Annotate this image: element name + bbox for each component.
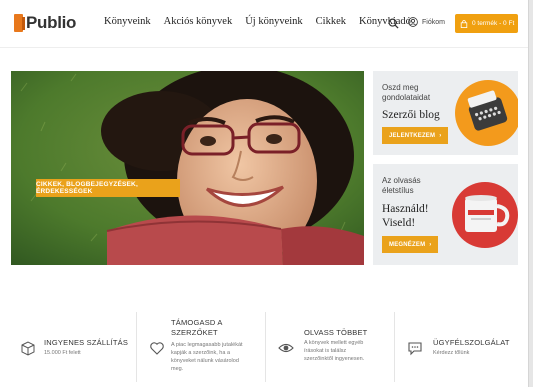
eye-icon [278, 343, 294, 353]
feature-desc-line: A piac legmagasabb jutalékát [171, 342, 243, 348]
feature-read-more: OLVASS TÖBBET A könyvek mellett egyéb ír… [266, 312, 395, 382]
feature-desc-line: kapják a szerzőink, ha a [171, 350, 231, 356]
nav-item-konyvkiado[interactable]: Könyvkiadó [359, 16, 411, 27]
site-header: Publio Könyveink Akciós könyvek Új könyv… [0, 0, 528, 48]
feature-desc-line: írásokat is találsz [304, 348, 347, 354]
megnezem-label: MEGNÉZEM [389, 241, 426, 248]
promo-merch-subtitle-line: Az olvasás [382, 176, 421, 185]
chat-icon [408, 342, 422, 356]
shopping-bag-icon [460, 19, 468, 28]
feature-support-authors: TÁMOGASD A SZERZŐKET A piac legmagasabb … [137, 312, 266, 382]
feature-title-line: SZERZŐKET [171, 328, 218, 337]
nav-item-uj-konyveink[interactable]: Új könyveink [245, 16, 302, 27]
chevron-right-icon: › [439, 132, 442, 139]
account-label: Fiókom [422, 18, 445, 26]
feature-desc-line: szerzőinktől ingyenesen. [304, 356, 365, 362]
account-link[interactable]: Fiókom [408, 17, 445, 27]
feature-title: ÜGYFÉLSZOLGÁLAT [433, 338, 510, 347]
feature-title: OLVASS TÖBBET [304, 328, 368, 337]
feature-desc: Kérdezz tőlünk [433, 350, 470, 356]
promo-merch-title-line: Használd! [382, 203, 429, 215]
publio-logo[interactable]: Publio [14, 13, 76, 33]
book-logo-icon [14, 14, 25, 32]
feature-desc: A könyvek mellett egyéb írásokat is talá… [304, 339, 364, 363]
user-icon [408, 17, 418, 27]
jelentkezem-button[interactable]: JELENTKEZEM › [382, 127, 449, 144]
feature-customer-service[interactable]: ÜGYFÉLSZOLGÁLAT Kérdezz tőlünk [395, 312, 523, 382]
cart-label: 0 termék - 0 Ft [472, 20, 515, 27]
box-icon [21, 341, 35, 356]
promo-author-blog[interactable]: Oszd meg gondolataidat Szerzői blog JELE… [373, 71, 518, 155]
feature-desc-line: A könyvek mellett egyéb [304, 340, 364, 346]
typewriter-image [455, 80, 518, 146]
promo-merch[interactable]: Az olvasás életstílus Használd! Viseld! … [373, 164, 518, 265]
main-nav: Könyveink Akciós könyvek Új könyveink Ci… [104, 16, 411, 27]
mug-image [452, 182, 518, 248]
feature-desc: A piac legmagasabb jutalékát kapják a sz… [171, 341, 243, 373]
promo-merch-subtitle-line: életstílus [382, 186, 414, 195]
feature-desc-line: meg. [171, 366, 184, 372]
nav-item-akcios-konyvek[interactable]: Akciós könyvek [164, 16, 233, 27]
cart-button[interactable]: 0 termék - 0 Ft [455, 14, 518, 33]
promo-merch-title: Használd! Viseld! [382, 202, 429, 230]
promo-blog-subtitle: Oszd meg gondolataidat [382, 83, 430, 103]
megnezem-button[interactable]: MEGNÉZEM › [382, 236, 439, 253]
hero-reading-woman-image [11, 71, 364, 265]
heart-icon [150, 342, 164, 355]
chevron-right-icon: › [429, 241, 432, 248]
promo-blog-title: Szerzői blog [382, 109, 440, 121]
search-icon[interactable] [388, 18, 399, 29]
feature-title: INGYENES SZÁLLÍTÁS [44, 338, 129, 347]
jelentkezem-label: JELENTKEZEM [389, 132, 436, 139]
feature-desc-line: könyveket nálunk vásárolod [171, 358, 239, 364]
features-bar: INGYENES SZÁLLÍTÁS 15.000 Ft felett TÁMO… [8, 312, 523, 382]
logo-text: Publio [26, 13, 77, 32]
feature-free-shipping: INGYENES SZÁLLÍTÁS 15.000 Ft felett [8, 312, 137, 382]
promo-merch-title-line: Viseld! [382, 217, 416, 229]
feature-title-line: TÁMOGASD A [171, 318, 223, 327]
feature-desc: 15.000 Ft felett [44, 350, 81, 356]
hero-banner[interactable]: CIKKEK, BLOGBEJEGYZÉSEK, ÉRDEKESSÉGEK [11, 71, 364, 265]
promo-merch-subtitle: Az olvasás életstílus [382, 176, 421, 196]
promo-blog-subtitle-line: gondolataidat [382, 93, 431, 102]
feature-title: TÁMOGASD A SZERZŐKET [171, 318, 223, 338]
nav-item-konyveink[interactable]: Könyveink [104, 16, 151, 27]
promo-blog-subtitle-line: Oszd meg [382, 83, 419, 92]
articles-button[interactable]: CIKKEK, BLOGBEJEGYZÉSEK, ÉRDEKESSÉGEK [36, 179, 180, 197]
window-edge [528, 0, 533, 387]
nav-item-cikkek[interactable]: Cikkek [316, 16, 346, 27]
